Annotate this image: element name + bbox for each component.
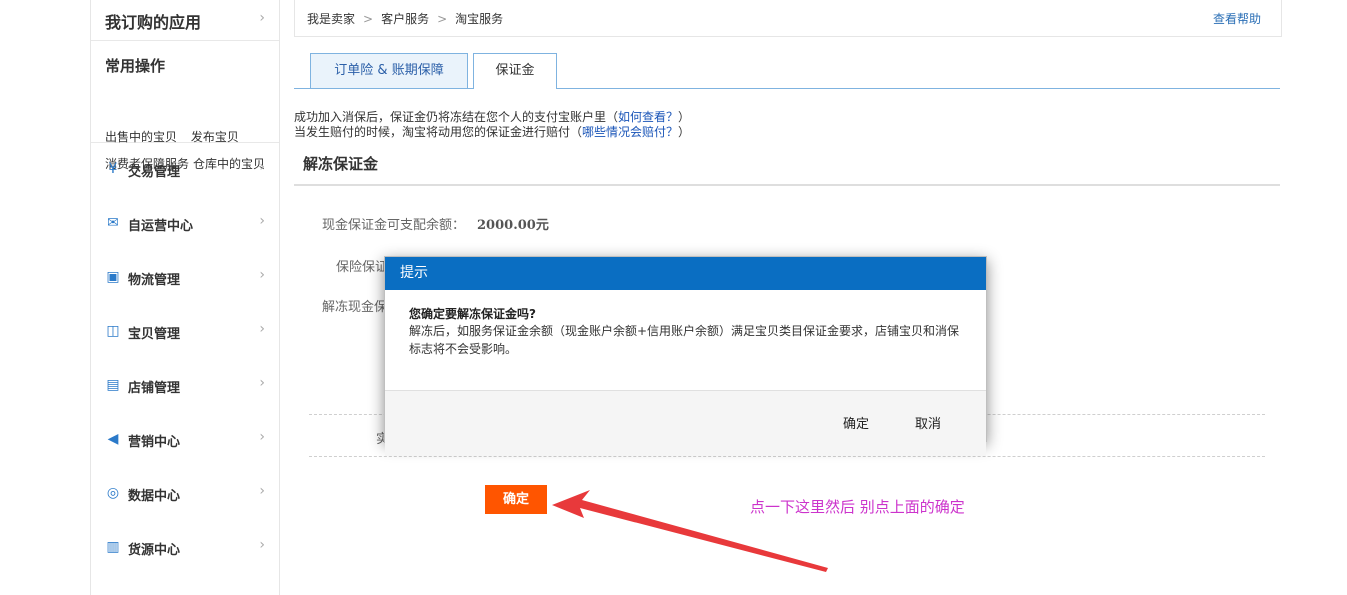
sidebar-item-box[interactable]: ▥ 货源中心 ›: [91, 521, 279, 575]
sidebar-item-megaphone[interactable]: ◀ 营销中心 ›: [91, 413, 279, 467]
tab-deposit[interactable]: 保证金: [473, 53, 557, 89]
chevron-right-icon: ›: [259, 10, 265, 26]
note-line-2: 当发生赔付的时候，淘宝将动用您的保证金进行赔付（: [294, 125, 583, 139]
note-line-1-end: ）: [678, 110, 691, 124]
chevron-right-icon: ›: [259, 213, 265, 229]
section-title: 解冻保证金: [303, 155, 379, 173]
annotation-text: 点一下这里然后 别点上面的确定: [750, 498, 965, 516]
dialog-question: 您确定要解冻保证金吗?: [409, 307, 536, 321]
sidebar: 我订购的应用 › 常用操作 出售中的宝贝 发布宝贝 消费者保障服务 仓库中的宝贝 …: [90, 0, 280, 595]
note-line-1: 成功加入消保后，保证金仍将冻结在您个人的支付宝账户里（: [294, 110, 619, 124]
compensation-cases-link[interactable]: 哪些情况会赔付？: [582, 125, 678, 139]
sidebar-item-store[interactable]: ▤ 店铺管理 ›: [91, 359, 279, 413]
breadcrumb: 我是卖家 > 客户服务 > 淘宝服务: [307, 10, 503, 27]
section-header: 解冻保证金: [294, 144, 1280, 186]
dialog-cancel-button[interactable]: 取消: [915, 413, 941, 432]
available-balance-label: 现金保证金可支配余额：: [322, 218, 466, 233]
sidebar-common-actions: 常用操作 出售中的宝贝 发布宝贝 消费者保障服务 仓库中的宝贝: [91, 41, 279, 171]
truck-icon: ▣: [106, 269, 120, 285]
link-publish-item[interactable]: 发布宝贝: [191, 130, 239, 144]
sidebar-item-label: 物流管理: [128, 273, 181, 288]
breadcrumb-item-customer-service[interactable]: 客户服务: [381, 12, 429, 26]
sidebar-item-yen[interactable]: ¥ 交易管理 ›: [91, 143, 279, 197]
chevron-right-icon: ›: [259, 375, 265, 391]
sidebar-subscribed-apps-title: 我订购的应用: [105, 13, 202, 32]
sidebar-item-truck[interactable]: ▣ 物流管理 ›: [91, 251, 279, 305]
chevron-right-icon: ›: [259, 537, 265, 553]
divider: [309, 456, 1265, 457]
how-to-check-link[interactable]: 如何查看？: [618, 110, 678, 124]
chevron-right-icon: ›: [259, 159, 265, 175]
sidebar-subscribed-apps[interactable]: 我订购的应用 ›: [91, 0, 279, 41]
sidebar-item-bag[interactable]: ◫ 宝贝管理 ›: [91, 305, 279, 359]
megaphone-icon: ◀: [107, 431, 119, 447]
breadcrumb-item-seller[interactable]: 我是卖家: [307, 12, 355, 26]
unfreeze-cash-label: 解冻现金保: [322, 300, 388, 315]
tab-order-insurance[interactable]: 订单险 & 账期保障: [310, 53, 468, 88]
confirm-dialog: 提示 您确定要解冻保证金吗? 解冻后，如服务保证金余额（现金账户余额+信用账户余…: [384, 256, 987, 456]
dialog-footer: 确定 取消: [385, 391, 986, 456]
sidebar-item-label: 营销中心: [128, 435, 181, 450]
sidebar-item-chat[interactable]: ✉ 自运营中心 ›: [91, 197, 279, 251]
bag-icon: ◫: [106, 323, 120, 339]
box-icon: ▥: [106, 539, 120, 555]
chevron-right-icon: ›: [259, 321, 265, 337]
sidebar-item-label: 宝贝管理: [128, 327, 181, 342]
confirm-button[interactable]: 确定: [485, 485, 547, 514]
common-actions-title: 常用操作: [105, 57, 166, 75]
yen-icon: ¥: [108, 161, 118, 177]
sidebar-item-label: 数据中心: [128, 489, 181, 504]
dialog-ok-button[interactable]: 确定: [843, 413, 869, 432]
breadcrumb-bar: 我是卖家 > 客户服务 > 淘宝服务 查看帮助: [294, 0, 1282, 37]
breadcrumb-separator: >: [437, 12, 448, 26]
sidebar-item-label: 店铺管理: [128, 381, 181, 396]
sidebar-item-label: 交易管理: [128, 165, 181, 180]
help-link[interactable]: 查看帮助: [1213, 10, 1261, 27]
note-line-2-end: ）: [678, 125, 691, 139]
dialog-title: 提示: [385, 257, 986, 290]
tab-bar: 订单险 & 账期保障 保证金: [294, 53, 1280, 89]
dialog-description: 解冻后，如服务保证金余额（现金账户余额+信用账户余额）满足宝贝类目保证金要求，店…: [409, 324, 960, 356]
breadcrumb-item-taobao-service[interactable]: 淘宝服务: [455, 12, 503, 26]
dialog-body: 您确定要解冻保证金吗? 解冻后，如服务保证金余额（现金账户余额+信用账户余额）满…: [385, 290, 986, 391]
insurance-deposit-label: 保险保证: [336, 260, 389, 275]
chevron-right-icon: ›: [259, 483, 265, 499]
breadcrumb-separator: >: [363, 12, 374, 26]
sidebar-item-compass[interactable]: ◎ 数据中心 ›: [91, 467, 279, 521]
available-balance-value: 2000.00元: [477, 218, 549, 233]
store-icon: ▤: [106, 377, 120, 393]
available-balance-row: 现金保证金可支配余额： 2000.00元: [322, 214, 549, 233]
sidebar-item-label: 自运营中心: [128, 219, 194, 234]
chevron-right-icon: ›: [259, 267, 265, 283]
sidebar-item-label: 货源中心: [128, 543, 181, 558]
deposit-notes: 成功加入消保后，保证金仍将冻结在您个人的支付宝账户里（如何查看？） 当发生赔付的…: [294, 110, 690, 140]
chevron-right-icon: ›: [259, 429, 265, 445]
chat-icon: ✉: [107, 215, 119, 231]
link-on-sale-items[interactable]: 出售中的宝贝: [105, 130, 177, 144]
compass-icon: ◎: [106, 485, 120, 501]
